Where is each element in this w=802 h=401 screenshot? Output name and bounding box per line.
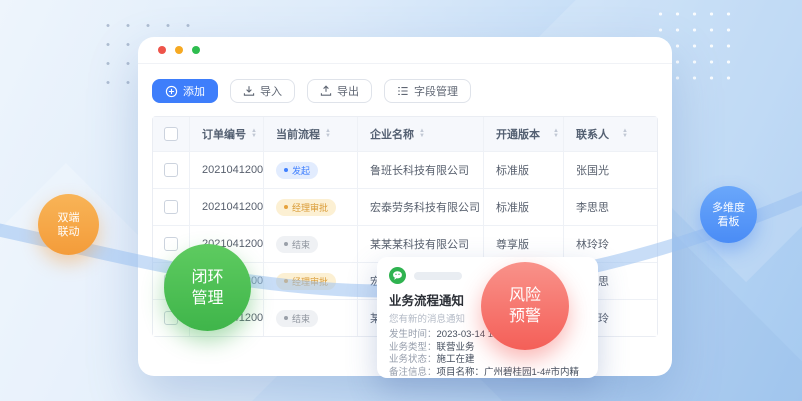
status-badge: 经理审批	[276, 199, 336, 216]
sort-arrows-icon[interactable]: ▲▼	[251, 129, 257, 139]
download-icon	[243, 85, 255, 97]
notification-field: 业务状态： 施工在建	[389, 354, 586, 367]
field-management-button-label: 字段管理	[414, 83, 458, 99]
header-process[interactable]: 当前流程▲▼	[264, 117, 358, 151]
add-button[interactable]: 添加	[152, 79, 218, 103]
sort-arrows-icon[interactable]: ▲▼	[325, 129, 331, 139]
import-button-label: 导入	[260, 83, 282, 99]
status-dot-icon	[284, 279, 288, 283]
toolbar: 添加 导入 导出 字段管理	[152, 79, 658, 103]
feature-badge-risk-warning: 风险 预警	[481, 262, 569, 350]
upload-icon	[320, 85, 332, 97]
header-contact[interactable]: 联系人▲▼	[564, 117, 659, 151]
select-all-cell	[153, 117, 190, 151]
maximize-window-icon[interactable]	[192, 46, 200, 54]
status-dot-icon	[284, 242, 288, 246]
status-badge: 发起	[276, 162, 318, 179]
header-order-no[interactable]: 订单编号▲▼	[190, 117, 264, 151]
version-cell: 标准版	[484, 152, 564, 188]
feature-badge-multi-dashboard: 多维度 看板	[700, 186, 757, 243]
wechat-icon	[389, 267, 406, 284]
header-version[interactable]: 开通版本▲▼	[484, 117, 564, 151]
order-no-cell: 20210412001	[190, 152, 264, 188]
status-badge: 结束	[276, 236, 318, 253]
company-cell: 宏泰劳务科技有限公司	[358, 189, 484, 225]
notification-field-remark: 备注信息： 项目名称：广州碧桂园1-4#市内精装修工程 合同名称：广州碧桂园1-…	[389, 367, 586, 379]
window-titlebar	[138, 37, 672, 64]
add-button-label: 添加	[183, 83, 205, 99]
minimize-window-icon[interactable]	[175, 46, 183, 54]
list-icon	[397, 85, 409, 97]
order-no-cell: 20210412002	[190, 189, 264, 225]
status-dot-icon	[284, 316, 288, 320]
export-button[interactable]: 导出	[307, 79, 372, 103]
table-row[interactable]: 20210412002 经理审批 宏泰劳务科技有限公司 标准版 李思思	[153, 188, 657, 225]
sort-arrows-icon[interactable]: ▲▼	[622, 129, 628, 139]
sender-placeholder	[414, 272, 462, 280]
table-row[interactable]: 20210412001 发起 鲁班长科技有限公司 标准版 张国光	[153, 151, 657, 188]
row-checkbox[interactable]	[164, 163, 178, 177]
export-button-label: 导出	[337, 83, 359, 99]
contact-cell: 张国光	[564, 152, 659, 188]
notification-field: 业务类型： 联营业务	[389, 342, 586, 355]
sort-arrows-icon[interactable]: ▲▼	[419, 129, 425, 139]
row-checkbox[interactable]	[164, 200, 178, 214]
status-dot-icon	[284, 168, 288, 172]
table-header-row: 订单编号▲▼ 当前流程▲▼ 企业名称▲▼ 开通版本▲▼ 联系人▲▼	[153, 117, 657, 151]
import-button[interactable]: 导入	[230, 79, 295, 103]
header-company[interactable]: 企业名称▲▼	[358, 117, 484, 151]
feature-badge-closed-loop: 闭环 管理	[164, 244, 251, 331]
row-checkbox[interactable]	[164, 237, 178, 251]
version-cell: 标准版	[484, 189, 564, 225]
company-cell: 鲁班长科技有限公司	[358, 152, 484, 188]
circle-plus-icon	[165, 85, 178, 98]
status-badge: 经理审批	[276, 273, 336, 290]
status-dot-icon	[284, 205, 288, 209]
contact-cell: 李思思	[564, 189, 659, 225]
close-window-icon[interactable]	[158, 46, 166, 54]
feature-badge-dual-linkage: 双端 联动	[38, 194, 99, 255]
sort-arrows-icon[interactable]: ▲▼	[553, 129, 559, 139]
field-management-button[interactable]: 字段管理	[384, 79, 471, 103]
select-all-checkbox[interactable]	[164, 127, 178, 141]
status-badge: 结束	[276, 310, 318, 327]
